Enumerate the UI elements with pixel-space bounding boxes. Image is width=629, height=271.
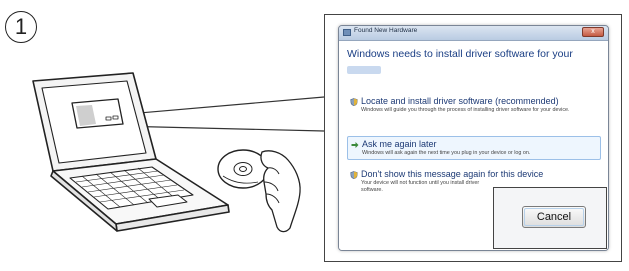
device-name-blurred (347, 66, 381, 74)
arrow-right-icon (351, 142, 359, 148)
hand-icon (260, 150, 301, 233)
hardware-icon (343, 29, 351, 36)
option-ask-later[interactable]: Ask me again later Windows will ask agai… (347, 136, 601, 160)
laptop-icon (32, 72, 230, 232)
option-title: Locate and install driver software (reco… (361, 96, 559, 106)
cancel-button[interactable]: Cancel (522, 206, 586, 228)
cancel-label: Cancel (536, 211, 572, 223)
option-dont-show[interactable]: Don't show this message again for this d… (347, 167, 544, 196)
option-title: Don't show this message again for this d… (361, 169, 544, 179)
dialog-titlebar: Found New Hardware x (339, 26, 608, 41)
option-description: Windows will guide you through the proce… (361, 107, 570, 113)
shield-icon (350, 98, 358, 106)
close-button[interactable]: x (582, 27, 604, 37)
option-locate-install[interactable]: Locate and install driver software (reco… (347, 94, 601, 116)
dialog-heading: Windows needs to install driver software… (347, 48, 573, 60)
callout-line-top (115, 96, 325, 116)
shield-icon (350, 171, 358, 179)
option-description: Your device will not function until you … (361, 180, 480, 193)
instruction-figure: 1 Found New Hardware x Windows needs to … (0, 0, 629, 271)
zoomed-screenshot-panel: Found New Hardware x Windows needs to in… (324, 14, 622, 262)
option-description: Windows will ask again the next time you… (362, 150, 531, 156)
option-title: Ask me again later (362, 139, 437, 149)
cancel-zoom-callout: Cancel (493, 187, 607, 249)
dialog-title: Found New Hardware (354, 27, 418, 34)
